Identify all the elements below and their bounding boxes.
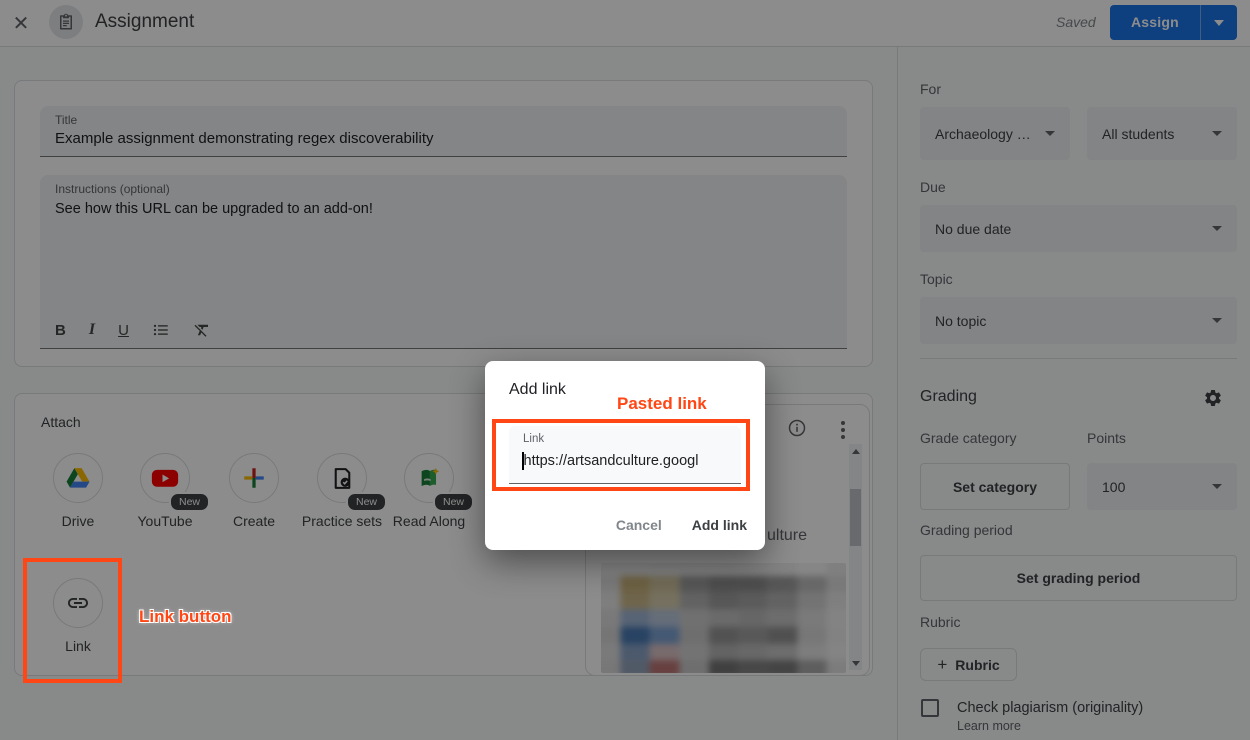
add-link-button[interactable]: Add link — [692, 517, 747, 533]
link-button-annotation-label: Link button — [139, 607, 232, 627]
cancel-button[interactable]: Cancel — [616, 517, 662, 533]
link-button-annotation-box — [23, 558, 122, 683]
dialog-actions: Cancel Add link — [616, 517, 747, 533]
pasted-link-annotation-label: Pasted link — [617, 394, 707, 414]
assignment-editor: ✕ Assignment Saved Assign Title Example … — [0, 0, 1250, 740]
dialog-title: Add link — [509, 381, 566, 399]
pasted-link-annotation-box — [492, 419, 750, 491]
